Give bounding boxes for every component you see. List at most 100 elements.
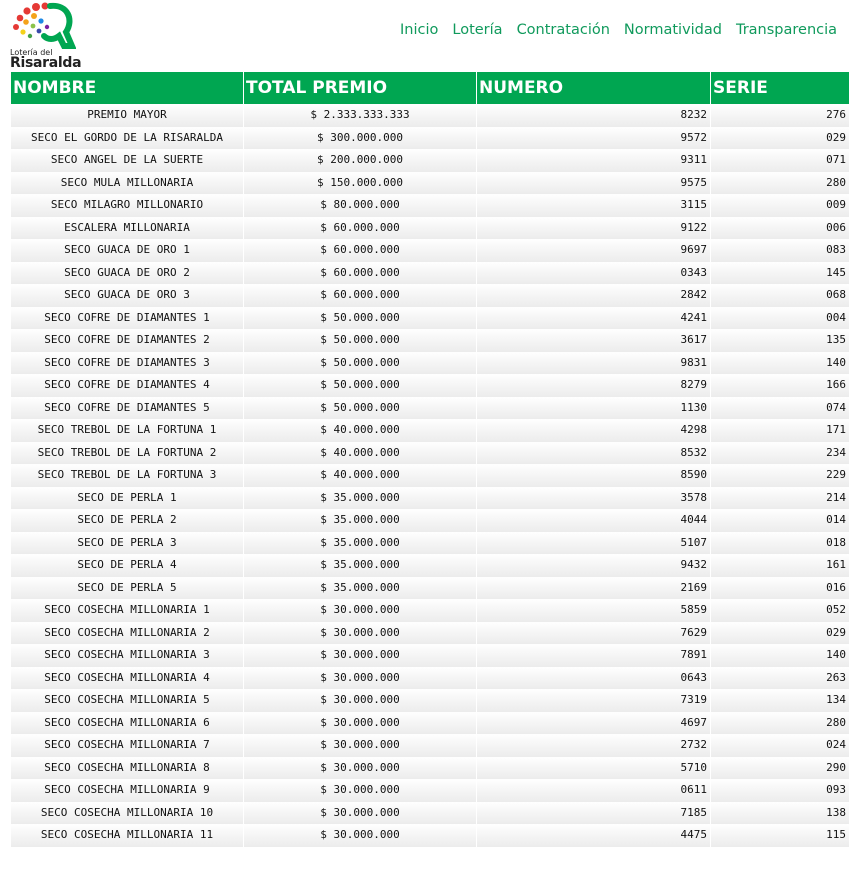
cell-serie: 009 <box>826 198 846 211</box>
table-row: SECO DE PERLA 3 $ 35.000.000 5107 018 <box>11 531 849 554</box>
cell-serie: 140 <box>826 648 846 661</box>
cell-total-premio: $ 30.000.000 <box>244 644 477 667</box>
cell-numero: 7319 <box>477 689 711 712</box>
table-row: SECO ANGEL DE LA SUERTE $ 200.000.000 9311… <box>11 149 849 172</box>
cell-serie: 004 <box>826 310 846 324</box>
logo-mark-icon <box>13 2 76 49</box>
cell-nombre: SECO COFRE DE DIAMANTES 5 <box>11 396 244 419</box>
table-row: SECO MULA MILLONARIA $ 150.000.000 9575 280 <box>11 171 849 194</box>
cell-total-premio: $ 30.000.000 <box>244 689 477 712</box>
cell-nombre: SECO DE PERLA 3 <box>11 531 244 554</box>
cell-total-premio: $ 60.000.000 <box>244 261 477 284</box>
nav-item-contratacion[interactable]: Contratación <box>517 22 610 38</box>
cell-total-premio: $ 30.000.000 <box>244 734 477 757</box>
cell-numero: 4697 <box>477 711 711 734</box>
table-row: SECO TREBOL DE LA FORTUNA 1 $ 40.000.000 4… <box>11 419 849 442</box>
table-row: SECO COFRE DE DIAMANTES 4 $ 50.000.000 827… <box>11 374 849 397</box>
cell-serie: 140 <box>826 355 846 369</box>
cell-numero: 3578 <box>477 486 711 509</box>
cell-serie: 024 <box>826 738 846 751</box>
header-numero: NUMERO <box>477 72 711 104</box>
cell-numero: 7891 <box>477 644 711 667</box>
cell-nombre: SECO COFRE DE DIAMANTES 3 <box>11 351 244 374</box>
cell-numero: 3115 <box>477 194 711 217</box>
cell-total-premio: $ 80.000.000 <box>244 194 477 217</box>
cell-total-premio: $ 35.000.000 <box>244 576 477 599</box>
cell-serie: 093 <box>826 783 846 796</box>
table-row: SECO DE PERLA 4 $ 35.000.000 9432 161 <box>11 554 849 577</box>
cell-numero: 9311 <box>477 149 711 172</box>
cell-serie: 280 <box>826 715 846 729</box>
cell-serie: 166 <box>826 378 846 391</box>
cell-serie: 171 <box>826 423 846 436</box>
table-row: SECO COSECHA MILLONARIA 5 $ 30.000.000 731… <box>11 689 849 712</box>
cell-numero: 9572 <box>477 126 711 149</box>
cell-nombre: SECO COFRE DE DIAMANTES 4 <box>11 374 244 397</box>
nav-item-loteria[interactable]: Lotería <box>452 22 502 38</box>
cell-total-premio: $ 50.000.000 <box>244 306 477 329</box>
cell-numero: 3617 <box>477 329 711 352</box>
cell-serie: 263 <box>826 670 846 684</box>
cell-numero: 2732 <box>477 734 711 757</box>
cell-numero: 9432 <box>477 554 711 577</box>
logo-title: Risaralda <box>10 55 82 71</box>
cell-total-premio: $ 30.000.000 <box>244 599 477 622</box>
site-header: Lotería del Risaralda Inicio Lotería Contr… <box>0 0 849 72</box>
cell-total-premio: $ 200.000.000 <box>244 149 477 172</box>
cell-nombre: SECO DE PERLA 1 <box>11 486 244 509</box>
cell-nombre: SECO COSECHA MILLONARIA 11 <box>11 824 244 847</box>
cell-total-premio: $ 50.000.000 <box>244 396 477 419</box>
table-row: SECO GUACA DE ORO 3 $ 60.000.000 2842 068 <box>11 284 849 307</box>
cell-total-premio: $ 50.000.000 <box>244 351 477 374</box>
cell-numero: 8279 <box>477 374 711 397</box>
cell-total-premio: $ 150.000.000 <box>244 171 477 194</box>
cell-nombre: SECO COSECHA MILLONARIA 3 <box>11 644 244 667</box>
table-row: SECO COSECHA MILLONARIA 1 $ 30.000.000 585… <box>11 599 849 622</box>
cell-nombre: SECO GUACA DE ORO 1 <box>11 239 244 262</box>
nav-item-transparencia[interactable]: Transparencia <box>736 22 837 38</box>
cell-serie: 014 <box>826 513 846 526</box>
table-row: SECO COSECHA MILLONARIA 7 $ 30.000.000 273… <box>11 734 849 757</box>
cell-numero: 1130 <box>477 396 711 419</box>
cell-total-premio: $ 30.000.000 <box>244 711 477 734</box>
cell-nombre: SECO MULA MILLONARIA <box>11 171 244 194</box>
cell-total-premio: $ 40.000.000 <box>244 464 477 487</box>
nav-item-inicio[interactable]: Inicio <box>400 22 438 38</box>
cell-total-premio: $ 2.333.333.333 <box>244 104 477 127</box>
table-row: SECO COSECHA MILLONARIA 8 $ 30.000.000 571… <box>11 756 849 779</box>
table-row: PREMIO MAYOR $ 2.333.333.333 8232 276 <box>11 104 849 127</box>
cell-total-premio: $ 35.000.000 <box>244 486 477 509</box>
cell-total-premio: $ 35.000.000 <box>244 509 477 532</box>
loteria-risaralda-logo[interactable]: Lotería del Risaralda <box>10 2 82 70</box>
cell-total-premio: $ 30.000.000 <box>244 801 477 824</box>
cell-total-premio: $ 40.000.000 <box>244 441 477 464</box>
cell-total-premio: $ 300.000.000 <box>244 126 477 149</box>
cell-serie: 229 <box>826 468 846 481</box>
table-row: SECO COFRE DE DIAMANTES 1 $ 50.000.000 424… <box>11 306 849 329</box>
cell-nombre: SECO COFRE DE DIAMANTES 2 <box>11 329 244 352</box>
cell-nombre: SECO COFRE DE DIAMANTES 1 <box>11 306 244 329</box>
table-row: SECO GUACA DE ORO 1 $ 60.000.000 9697 083 <box>11 239 849 262</box>
table-row: SECO COSECHA MILLONARIA 3 $ 30.000.000 789… <box>11 644 849 667</box>
cell-numero: 4298 <box>477 419 711 442</box>
cell-total-premio: $ 30.000.000 <box>244 666 477 689</box>
cell-numero: 8232 <box>477 104 711 127</box>
table-row: SECO COSECHA MILLONARIA 2 $ 30.000.000 762… <box>11 621 849 644</box>
cell-serie: 138 <box>826 805 846 819</box>
main-nav: Inicio Lotería Contratación Normatividad Tra… <box>400 22 849 38</box>
cell-nombre: SECO TREBOL DE LA FORTUNA 3 <box>11 464 244 487</box>
table-row: SECO COSECHA MILLONARIA 4 $ 30.000.000 064… <box>11 666 849 689</box>
cell-nombre: SECO EL GORDO DE LA RISARALDA <box>11 126 244 149</box>
cell-total-premio: $ 30.000.000 <box>244 756 477 779</box>
cell-nombre: SECO COSECHA MILLONARIA 4 <box>11 666 244 689</box>
cell-serie: 029 <box>826 130 846 144</box>
table-row: SECO COSECHA MILLONARIA 11 $ 30.000.000 44… <box>11 824 849 847</box>
cell-serie: 135 <box>826 333 846 346</box>
cell-nombre: SECO COSECHA MILLONARIA 8 <box>11 756 244 779</box>
cell-serie: 029 <box>826 625 846 639</box>
cell-serie: 071 <box>826 153 846 166</box>
cell-nombre: SECO MILAGRO MILLONARIO <box>11 194 244 217</box>
nav-item-normatividad[interactable]: Normatividad <box>624 22 722 38</box>
table-row: SECO GUACA DE ORO 2 $ 60.000.000 0343 145 <box>11 261 849 284</box>
table-row: SECO COFRE DE DIAMANTES 3 $ 50.000.000 983… <box>11 351 849 374</box>
